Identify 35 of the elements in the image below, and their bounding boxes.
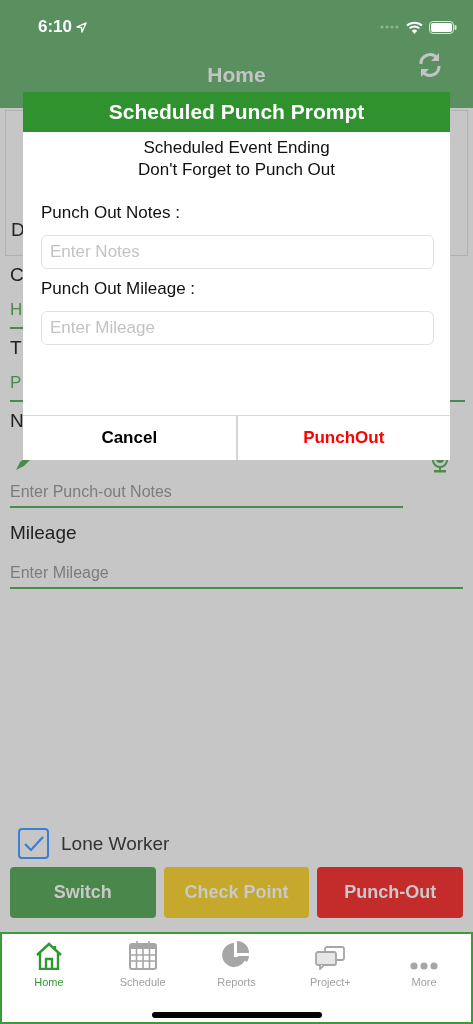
refresh-icon[interactable] [417, 51, 443, 79]
field-label: T [10, 336, 22, 359]
field-label: N [10, 409, 24, 432]
dialog-message: Scheduled Event Ending [142, 137, 331, 159]
checkbox-label: Lone Worker [61, 832, 170, 855]
input-field[interactable]: Enter Mileage [41, 311, 434, 345]
notes-field[interactable]: Enter Punch-out Notes [10, 475, 403, 508]
dialog-message: Don't Forget to Punch Out [137, 159, 336, 181]
mileage-label: Mileage [10, 522, 78, 545]
action-button[interactable]: Check Point [163, 867, 310, 918]
field-label: Punch Out Mileage : [41, 279, 197, 299]
tab[interactable]: Project+ [283, 940, 378, 988]
mileage-field[interactable]: Enter Mileage [10, 556, 463, 589]
action-button[interactable]: Punch-Out [317, 867, 463, 918]
pie-chart-icon [221, 940, 252, 970]
signal-icon [380, 25, 400, 29]
page-title: Home [207, 63, 266, 87]
chat-bubbles-icon [315, 946, 346, 970]
battery-icon [429, 20, 457, 34]
tab[interactable]: Reports [189, 940, 284, 988]
wifi-icon [406, 20, 423, 34]
tab[interactable]: More [377, 940, 471, 988]
field-label: Punch Out Notes : [41, 203, 181, 223]
status-time: 6:10 [38, 17, 73, 37]
input-field[interactable]: Enter Notes [41, 235, 434, 269]
action-button[interactable]: Switch [10, 867, 156, 918]
tab[interactable]: Home [2, 940, 96, 988]
more-icon [410, 962, 439, 970]
checkmark-icon [22, 834, 45, 853]
field-label: C [10, 263, 24, 286]
location-icon [76, 21, 88, 33]
calendar-icon [128, 940, 157, 970]
checkbox[interactable] [18, 828, 49, 859]
dialog-title: Scheduled Punch Prompt [23, 92, 450, 132]
tab[interactable]: Schedule [95, 940, 190, 988]
